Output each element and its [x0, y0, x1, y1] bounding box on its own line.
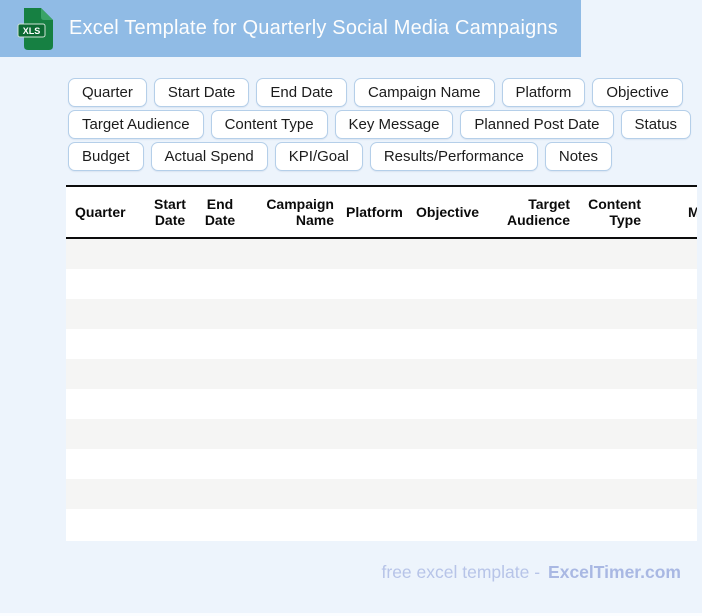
table-row	[66, 509, 697, 539]
chip-target-audience[interactable]: Target Audience	[68, 110, 204, 139]
chip-notes[interactable]: Notes	[544, 142, 613, 171]
table-row	[66, 269, 697, 299]
chip-kpi-goal[interactable]: KPI/Goal	[274, 142, 363, 171]
chip-actual-spend[interactable]: Actual Spend	[150, 142, 268, 171]
chip-row-2: Target Audience Content Type Key Message Pl…	[68, 110, 698, 139]
page: XLS Excel Template for Quarterly Social …	[0, 0, 702, 616]
chip-objective[interactable]: Objective	[592, 78, 683, 107]
table-row	[66, 239, 697, 269]
header-bar: XLS Excel Template for Quarterly Social …	[0, 0, 581, 57]
chip-campaign-name[interactable]: Campaign Name	[353, 78, 495, 107]
column-header-campaign-name: Campaign Name	[266, 196, 334, 228]
chip-key-message[interactable]: Key Message	[334, 110, 454, 139]
column-header-end-date: End Date	[204, 196, 236, 228]
xls-icon-label: XLS	[23, 26, 41, 36]
brand-link[interactable]: ExcelTimer.com	[548, 562, 681, 582]
page-title: Excel Template for Quarterly Social Medi…	[69, 17, 558, 39]
table-row	[66, 479, 697, 509]
table-row	[66, 329, 697, 359]
chip-quarter[interactable]: Quarter	[68, 78, 147, 107]
column-header-message-clipped: M	[688, 204, 697, 220]
column-header-content-type: Content Type	[588, 196, 641, 228]
chip-planned-post-date[interactable]: Planned Post Date	[460, 110, 614, 139]
column-header-quarter: Quarter	[75, 204, 126, 220]
chip-platform[interactable]: Platform	[501, 78, 586, 107]
chip-status[interactable]: Status	[620, 110, 692, 139]
column-header-platform: Platform	[346, 204, 403, 220]
chip-row-1: Quarter Start Date End Date Campaign Name Pl…	[68, 78, 698, 107]
table-body	[66, 239, 697, 539]
footer-text: free excel template -	[381, 562, 541, 582]
chip-end-date[interactable]: End Date	[256, 78, 347, 107]
chip-budget[interactable]: Budget	[68, 142, 144, 171]
table-row	[66, 419, 697, 449]
table-row	[66, 389, 697, 419]
field-chips: Quarter Start Date End Date Campaign Name Pl…	[68, 78, 698, 174]
chip-row-3: Budget Actual Spend KPI/Goal Results/Perfor…	[68, 142, 698, 171]
chip-results-performance[interactable]: Results/Performance	[369, 142, 538, 171]
column-header-target-audience: Target Audience	[506, 196, 570, 228]
xls-file-icon: XLS	[17, 7, 53, 50]
chip-start-date[interactable]: Start Date	[153, 78, 250, 107]
chip-content-type[interactable]: Content Type	[210, 110, 328, 139]
table-row	[66, 299, 697, 329]
footer-credit: free excel template - ExcelTimer.com	[382, 562, 682, 583]
table-row	[66, 359, 697, 389]
column-header-objective: Objective	[416, 204, 480, 220]
table-header-row: Quarter Start Date End Date Campaign Name Pl…	[66, 185, 697, 239]
table-row	[66, 449, 697, 479]
spreadsheet-preview: Quarter Start Date End Date Campaign Name Pl…	[66, 185, 697, 541]
column-header-start-date: Start Date	[154, 196, 186, 228]
